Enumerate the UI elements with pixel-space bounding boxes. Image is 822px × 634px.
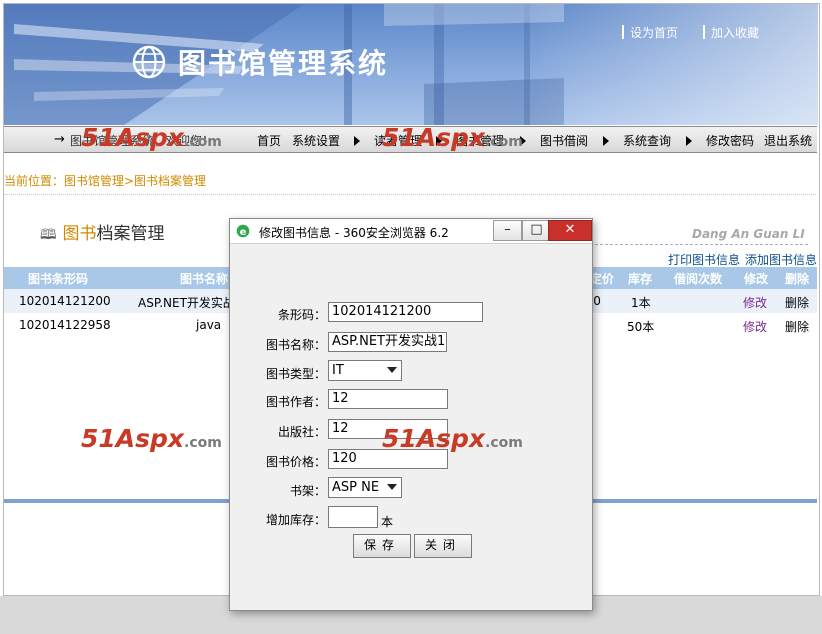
header-book-name: 图书名称: [180, 272, 229, 286]
header-barcode: 图书条形码: [28, 272, 89, 286]
browser-e-icon: e: [236, 224, 250, 238]
book-name-label: 图书名称：: [265, 338, 326, 352]
chevron-down-icon: [387, 367, 397, 373]
open-book-icon: 🕮: [40, 227, 57, 243]
close-icon: ✕: [564, 222, 576, 237]
minimize-button[interactable]: –: [493, 220, 522, 241]
shelf-select[interactable]: ASP NE: [328, 477, 402, 498]
row-edit-link[interactable]: 修改: [743, 318, 767, 335]
print-book-info-link[interactable]: 打印图书信息: [668, 251, 740, 268]
maximize-button[interactable]: □: [522, 220, 551, 241]
book-type-value: IT: [332, 363, 344, 378]
banner-fade: [518, 4, 818, 125]
save-button[interactable]: 保存: [353, 534, 411, 558]
header-stock: 库存: [628, 272, 653, 286]
nav-system-settings[interactable]: 系统设置: [292, 132, 340, 149]
book-name-input[interactable]: ASP.NET开发实战1: [328, 332, 447, 352]
add-favorite-label: 加入收藏: [711, 26, 760, 40]
site-title: 图书馆管理系统: [178, 47, 389, 80]
nav-system-query[interactable]: 系统查询: [623, 132, 671, 149]
row-book-name: java: [196, 318, 222, 332]
add-book-info-link[interactable]: 添加图书信息: [745, 251, 817, 268]
row-delete-link[interactable]: 删除: [785, 294, 809, 311]
nav-change-password[interactable]: 修改密码: [706, 132, 754, 149]
globe-icon: [132, 45, 166, 79]
pin-icon: [622, 25, 624, 39]
dialog-title: 修改图书信息 - 360安全浏览器 6.2: [259, 226, 449, 240]
header-edit: 修改: [744, 272, 769, 286]
header-banner: [4, 4, 818, 125]
section-title-rest: 档案管理: [96, 224, 165, 244]
triangle-right-icon: [603, 136, 609, 146]
chevron-down-icon: [387, 484, 397, 490]
row-stock: 1本: [631, 296, 651, 310]
breadcrumb: 当前位置：图书馆管理>图书档案管理: [4, 174, 207, 188]
section-title: 🕮 图书档案管理: [40, 219, 165, 248]
pin-icon: [703, 25, 705, 39]
watermark-logo: 51Aspx.com: [81, 123, 222, 152]
minimize-icon: –: [504, 222, 511, 237]
close-button[interactable]: 关闭: [414, 534, 472, 558]
set-homepage-label: 设为首页: [630, 26, 679, 40]
row-delete-link[interactable]: 删除: [785, 318, 809, 335]
barcode-label: 条形码：: [277, 308, 326, 322]
triangle-right-icon: [354, 136, 360, 146]
barcode-input[interactable]: 102014121200: [328, 302, 483, 322]
watermark-logo: 51Aspx.com: [382, 123, 523, 152]
divider: [4, 194, 816, 195]
book-type-select[interactable]: IT: [328, 360, 402, 381]
section-title-highlight: 图书: [62, 224, 97, 244]
author-input[interactable]: 12: [328, 389, 448, 409]
watermark-logo: 51Aspx.com: [81, 424, 222, 453]
row-book-name: ASP.NET开发实战: [138, 296, 235, 310]
header-delete: 删除: [785, 272, 810, 286]
watermark-logo: 51Aspx.com: [382, 424, 523, 453]
book-type-label: 图书类型：: [265, 367, 326, 381]
add-stock-label: 增加库存：: [265, 513, 326, 527]
header-borrow-count: 借阅次数: [674, 272, 723, 286]
shelf-label: 书架：: [289, 484, 326, 498]
nav-book-borrow[interactable]: 图书借阅: [540, 132, 588, 149]
stock-unit-label: 本: [381, 515, 394, 529]
row-stock: 50本: [627, 320, 655, 334]
add-favorite-link[interactable]: 加入收藏: [703, 24, 759, 41]
nav-home[interactable]: 首页: [257, 132, 281, 149]
svg-text:e: e: [240, 227, 247, 238]
publisher-label: 出版社：: [277, 425, 326, 439]
row-barcode: 102014122958: [19, 318, 111, 332]
close-window-button[interactable]: ✕: [548, 220, 592, 241]
maximize-icon: □: [530, 222, 543, 237]
add-stock-input[interactable]: [328, 506, 378, 528]
nav-logout[interactable]: 退出系统: [764, 132, 812, 149]
row-barcode: 102014121200: [19, 294, 111, 308]
price-label: 图书价格：: [265, 455, 326, 469]
section-pinyin: Dang An Guan LI: [692, 227, 805, 241]
shelf-value: ASP NE: [332, 480, 380, 495]
triangle-right-icon: [686, 136, 692, 146]
header-price: 定价: [590, 272, 615, 286]
set-homepage-link[interactable]: 设为首页: [622, 24, 678, 41]
author-label: 图书作者：: [265, 395, 326, 409]
dialog-titlebar[interactable]: e 修改图书信息 - 360安全浏览器 6.2 – □ ✕: [230, 219, 592, 244]
row-edit-link[interactable]: 修改: [743, 294, 767, 311]
arrow-right-icon: →: [54, 132, 65, 147]
edit-book-dialog: e 修改图书信息 - 360安全浏览器 6.2 – □ ✕ 条形码： 10201…: [229, 218, 593, 611]
